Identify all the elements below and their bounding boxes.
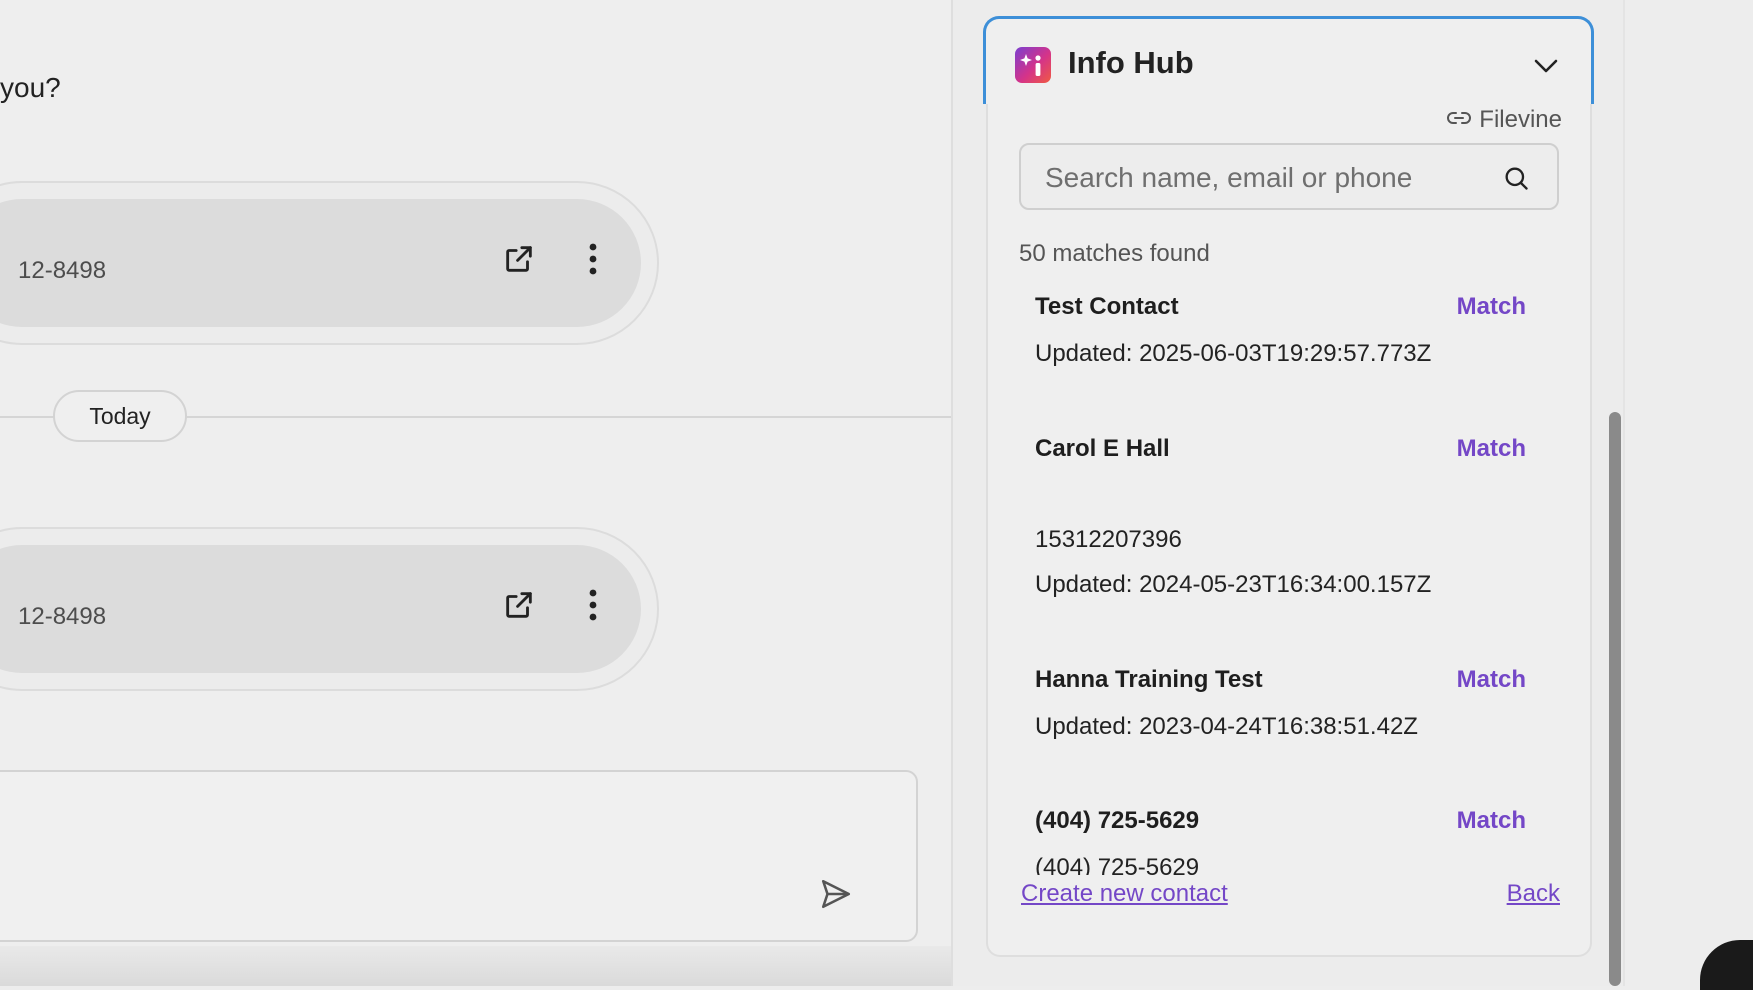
chevron-down-icon[interactable] (1526, 49, 1566, 83)
more-vertical-icon[interactable] (578, 583, 608, 627)
contact-card-phone: 12-8498 (18, 257, 107, 284)
match-button[interactable]: Match (1457, 666, 1526, 694)
result-updated: Updated: 2024-05-23T16:34:00.157Z (1035, 571, 1432, 598)
create-contact-label[interactable]: Create new contact (1021, 880, 1228, 907)
list-item: Hanna Training Test Match Updated: 2023-… (1000, 666, 1560, 776)
result-phone: 15312207396 (1035, 526, 1182, 553)
matches-count: 50 matches found (1019, 240, 1210, 267)
link-icon (1447, 111, 1472, 130)
contact-card-body: 12-8498 (0, 199, 641, 327)
result-name: Hanna Training Test (1035, 666, 1263, 693)
bottom-shadow (0, 946, 951, 986)
search-icon[interactable] (1499, 161, 1533, 195)
contact-card-phone: 12-8498 (18, 603, 107, 630)
result-name: Test Contact (1035, 293, 1179, 320)
results-list: Test Contact Match Updated: 2025-06-03T1… (1000, 285, 1560, 875)
result-updated: Updated: 2023-04-24T16:38:51.42Z (1035, 713, 1418, 740)
window-edge (1623, 0, 1753, 986)
contact-search[interactable] (1019, 143, 1559, 210)
back-link[interactable]: Back (1507, 880, 1560, 908)
result-name: (404) 725-5629 (1035, 807, 1200, 834)
chat-message-text: you? (0, 72, 61, 103)
integration-source[interactable]: Filevine (1447, 106, 1562, 134)
list-item: Carol E Hall Match 15312207396 Updated: … (1000, 435, 1560, 625)
external-link-icon[interactable] (497, 237, 541, 281)
result-name: Carol E Hall (1035, 435, 1170, 462)
contact-card: 12-8498 (0, 527, 659, 691)
scrollbar[interactable] (1609, 412, 1621, 986)
external-link-icon[interactable] (497, 583, 541, 627)
contact-card-body: 12-8498 (0, 545, 641, 673)
info-hub-header[interactable]: Info Hub (983, 16, 1594, 104)
date-divider-label: Today (53, 390, 187, 442)
message-composer[interactable] (0, 770, 918, 942)
result-updated: Updated: 2025-06-03T19:29:57.773Z (1035, 340, 1432, 367)
more-vertical-icon[interactable] (578, 237, 608, 281)
info-hub-title: Info Hub (1068, 45, 1194, 80)
info-hub-logo (1015, 47, 1051, 83)
list-item: Test Contact Match Updated: 2025-06-03T1… (1000, 293, 1560, 403)
search-input[interactable] (1043, 145, 1497, 210)
list-item: (404) 725-5629 Match (404) 725-5629 (1000, 807, 1560, 875)
create-contact-link[interactable]: Create new contact (1021, 880, 1228, 908)
contact-card: 12-8498 (0, 181, 659, 345)
back-label[interactable]: Back (1507, 880, 1560, 907)
send-icon[interactable] (814, 872, 858, 916)
match-button[interactable]: Match (1457, 293, 1526, 321)
result-phone: (404) 725-5629 (1035, 854, 1200, 875)
match-button[interactable]: Match (1457, 807, 1526, 835)
chat-pane: you? 12-8498 Today 12-8498 (0, 0, 951, 986)
match-button[interactable]: Match (1457, 435, 1526, 463)
integration-name: Filevine (1479, 106, 1562, 133)
